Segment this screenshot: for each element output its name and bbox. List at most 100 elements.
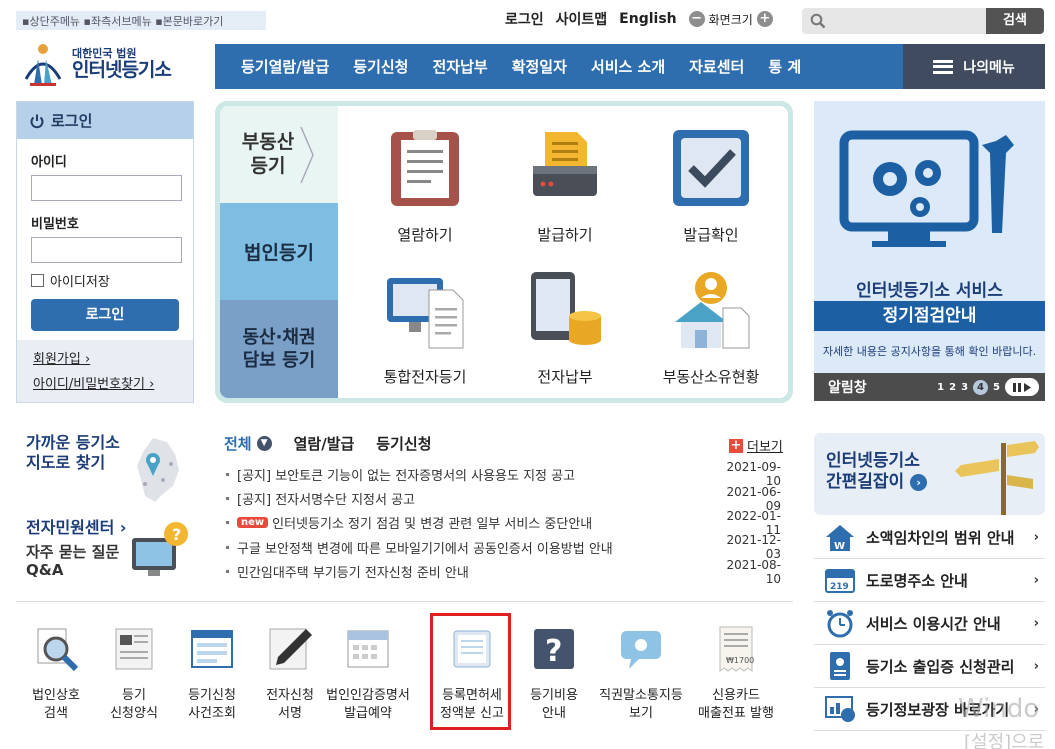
- link-label: 서비스 이용시간 안내: [866, 614, 1001, 633]
- svg-text:W: W: [834, 541, 845, 552]
- banner-highlight: 정기점검안내: [814, 301, 1045, 331]
- notice-item[interactable]: [공지] 전자서명수단 지정서 공고 2021-06-09: [226, 485, 781, 513]
- nav-item-stats[interactable]: 통 계: [756, 56, 813, 77]
- notice-item[interactable]: 구글 보안정책 변경에 따른 모바일기기에서 공동인증서 이용방법 안내 2021…: [226, 533, 781, 561]
- banner-playback-control[interactable]: [1005, 378, 1039, 396]
- english-link[interactable]: English: [619, 11, 676, 27]
- nav-item-data-center[interactable]: 자료센터: [677, 56, 756, 77]
- notice-banner[interactable]: 인터넷등기소 서비스 정기점검안내 자세한 내용은 공지사항을 통해 확인 바랍…: [814, 101, 1045, 401]
- integrated-e-registry[interactable]: 통합전자등기: [350, 270, 500, 387]
- zoom-in-icon[interactable]: +: [756, 11, 773, 27]
- banner-page[interactable]: 3: [961, 382, 968, 393]
- road-sign-icon: 219: [825, 569, 855, 593]
- save-id-checkbox[interactable]: [31, 274, 44, 287]
- tab-real-estate-label: 부동산 등기: [241, 130, 295, 177]
- link-service-hours[interactable]: 서비스 이용시간 안내 ›: [814, 602, 1045, 645]
- link-road-address[interactable]: 219 도로명주소 안내 ›: [814, 559, 1045, 602]
- chart-monitor-icon: [825, 696, 855, 722]
- monitor-gear-icon: [839, 130, 1014, 247]
- login-button[interactable]: 로그인: [31, 299, 179, 331]
- e-civil-center-link[interactable]: 전자민원센터 › 자주 묻는 질문 Q&A: [26, 518, 127, 579]
- hamburger-icon: [933, 59, 954, 74]
- search-input[interactable]: [802, 8, 986, 34]
- nav-item-fixed-date[interactable]: 확정일자: [500, 56, 579, 77]
- checkmark-document-icon: [673, 130, 749, 206]
- pen-icon: [269, 628, 312, 670]
- notice-item[interactable]: [공지] 보안토큰 기능이 없는 전자증명서의 사용용도 지정 공고 2021-0…: [226, 460, 781, 488]
- quick-card-receipt[interactable]: ₩1700 신용카드 매출전표 발행: [686, 615, 786, 724]
- quick-cancellation-notice[interactable]: 직권말소통지등 보기: [588, 615, 694, 724]
- tab-real-estate[interactable]: 부동산 등기: [220, 106, 338, 203]
- notice-item[interactable]: new 인터넷등기소 정기 점검 및 변경 관련 일부 서비스 중단안내 2022-…: [226, 509, 781, 537]
- my-menu-label: 나의메뉴: [963, 59, 1015, 76]
- view-service[interactable]: 열람하기: [350, 128, 500, 245]
- notice-title: 구글 보안정책 변경에 따른 모바일기기에서 공동인증서 이용방법 안내: [237, 541, 613, 557]
- court-logo-icon: [24, 44, 62, 86]
- integrated-e-registry-label: 통합전자등기: [383, 368, 467, 386]
- svg-text:₩1700: ₩1700: [726, 656, 754, 665]
- notice-tab-all[interactable]: 전체 ▼: [224, 433, 272, 454]
- tab-corporate[interactable]: 법인등기: [220, 203, 338, 300]
- login-header: 로그인: [17, 102, 193, 139]
- quick-corp-name-search[interactable]: 법인상호 검색: [16, 615, 96, 724]
- nav-item-view-issue[interactable]: 등기열람/발급: [229, 56, 341, 77]
- notice-item[interactable]: 민간임대주택 부기등기 전자신청 준비 안내 2021-08-10: [226, 558, 781, 586]
- skip-links[interactable]: ▪상단주메뉴 ▪좌측서브메뉴 ▪본문바로가기: [16, 11, 266, 30]
- search-bar: 검색: [802, 8, 1044, 34]
- notice-tab-apply[interactable]: 등기신청: [376, 433, 431, 454]
- faq-link[interactable]: 자주 묻는 질문 Q&A: [26, 543, 127, 579]
- banner-page[interactable]: 5: [993, 382, 1000, 393]
- svg-text:?: ?: [172, 525, 181, 544]
- zoom-out-icon[interactable]: −: [688, 11, 705, 27]
- confirm-service[interactable]: 발급확인: [636, 128, 786, 245]
- tablet-coins-icon: [531, 272, 601, 345]
- join-link[interactable]: 회원가입 ›: [33, 348, 193, 367]
- windows-watermark-sub: [설정]으로: [964, 732, 1045, 749]
- search-button[interactable]: 검색: [986, 8, 1044, 34]
- quick-cost-guide[interactable]: ? 등기비용 안내: [514, 615, 594, 724]
- id-field[interactable]: [31, 175, 182, 201]
- login-link[interactable]: 로그인: [505, 9, 544, 29]
- nav-item-apply[interactable]: 등기신청: [341, 56, 420, 77]
- banner-page[interactable]: 2: [949, 382, 956, 393]
- signpost-icon: [955, 441, 1039, 515]
- easy-guide-label: 인터넷등기소 간편길잡이: [826, 451, 920, 493]
- quick-label: 등기신청 사건조회: [188, 688, 236, 722]
- notice-title: 인터넷등기소 정기 점검 및 변경 관련 일부 서비스 중단안내: [272, 517, 593, 533]
- printer-icon: [533, 132, 597, 196]
- link-access-pass[interactable]: 등기소 출입증 신청관리 ›: [814, 645, 1045, 688]
- site-logo[interactable]: 대한민국 법원 인터넷등기소: [20, 38, 200, 90]
- quick-case-lookup[interactable]: 등기신청 사건조회: [172, 615, 252, 724]
- chevron-right-icon: ›: [1033, 615, 1039, 631]
- e-payment-service[interactable]: 전자납부: [490, 270, 640, 387]
- arrow-circle-icon: ›: [910, 473, 928, 491]
- quick-apply-forms[interactable]: 등기 신청양식: [94, 615, 174, 724]
- tab-movables[interactable]: 동산·채권 담보 등기: [220, 300, 338, 398]
- chevron-down-icon: ▼: [256, 436, 272, 451]
- ownership-status-service[interactable]: 부동산소유현황: [636, 270, 786, 387]
- chat-bubble-icon: [621, 631, 661, 669]
- easy-guide-banner[interactable]: 인터넷등기소 간편길잡이 ›: [814, 433, 1045, 515]
- sitemap-link[interactable]: 사이트맵: [556, 9, 608, 29]
- banner-page-active[interactable]: 4: [973, 379, 989, 395]
- link-small-tenant[interactable]: W 소액임차인의 범위 안내 ›: [814, 516, 1045, 559]
- quick-label: 직권말소통지등 보기: [599, 688, 683, 722]
- save-id-option: 아이디저장: [31, 271, 193, 290]
- top-links: 로그인 사이트맵 English − 화면크기 +: [505, 9, 773, 29]
- issue-service[interactable]: 발급하기: [490, 128, 640, 245]
- quick-seal-reservation[interactable]: 법인인감증명서 발급예약: [318, 615, 418, 724]
- banner-page[interactable]: 1: [937, 382, 944, 393]
- more-link[interactable]: + 더보기: [729, 436, 783, 455]
- find-account-link[interactable]: 아이디/비밀번호찾기 ›: [33, 373, 193, 392]
- my-menu-button[interactable]: 나의메뉴: [903, 44, 1045, 89]
- quick-label: 법인인감증명서 발급예약: [326, 688, 410, 722]
- password-field[interactable]: [31, 237, 182, 263]
- nav-item-service-intro[interactable]: 서비스 소개: [579, 56, 677, 77]
- new-badge: new: [237, 517, 269, 529]
- nav-item-epay[interactable]: 전자납부: [420, 56, 499, 77]
- form-document-icon: [115, 628, 153, 670]
- notice-tab-view-issue[interactable]: 열람/발급: [294, 433, 355, 454]
- chevron-right-icon: ›: [1033, 529, 1039, 545]
- logo-line2: 인터넷등기소: [72, 58, 172, 81]
- nearby-registry-link[interactable]: 가까운 등기소 지도로 찾기: [26, 433, 120, 473]
